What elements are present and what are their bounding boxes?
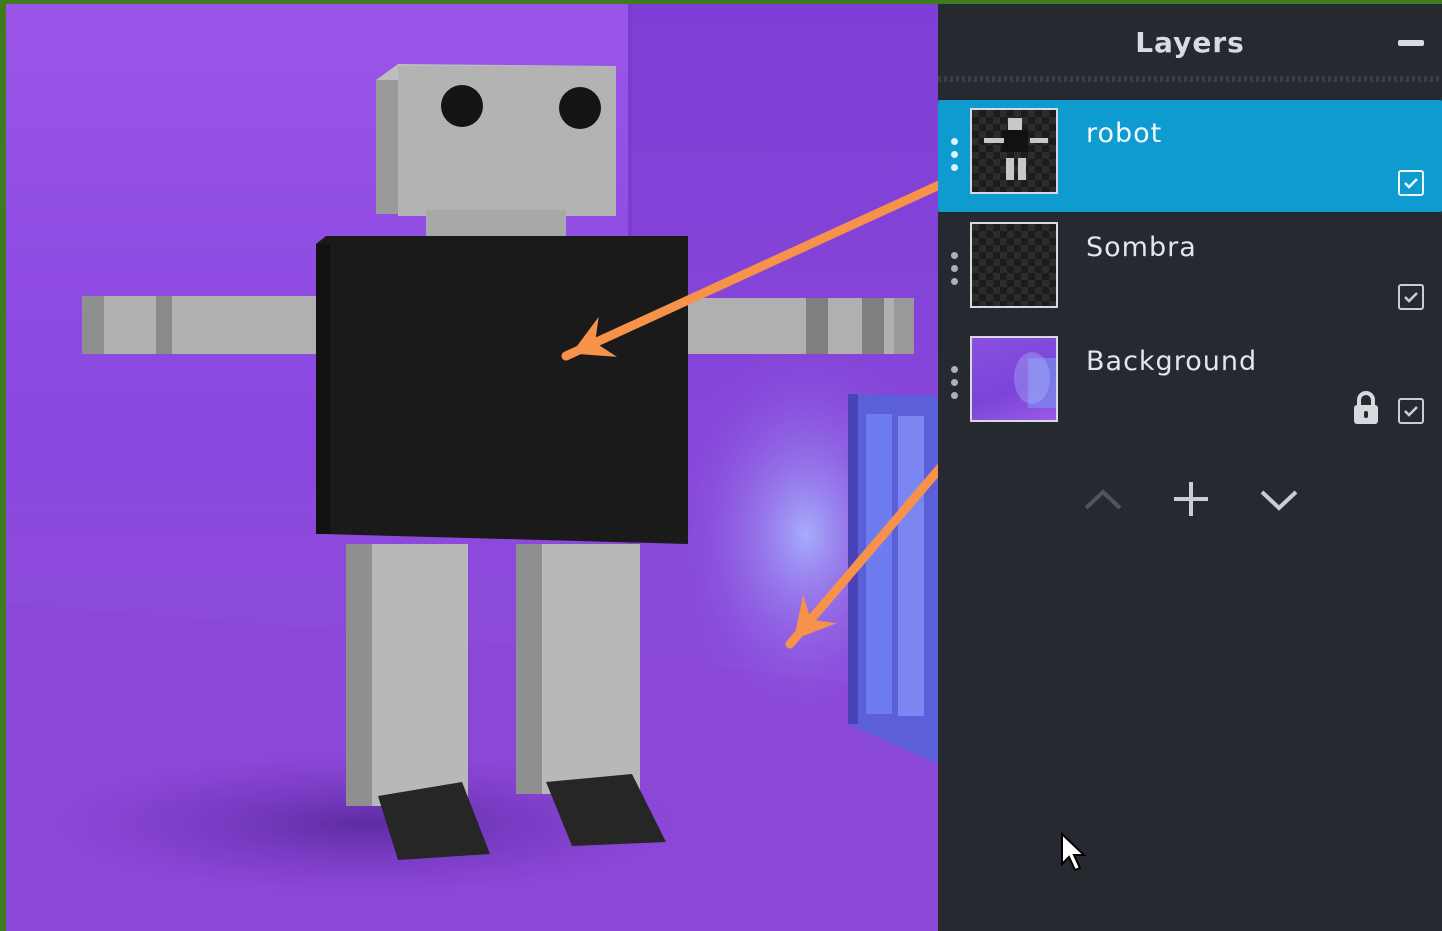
- drag-handle-icon[interactable]: [951, 138, 959, 178]
- layer-row-sombra[interactable]: Sombra: [938, 214, 1442, 326]
- header-divider: [938, 76, 1442, 82]
- plus-icon: [1174, 482, 1208, 516]
- layer-row-robot[interactable]: robot: [938, 100, 1442, 212]
- visibility-checkbox[interactable]: [1398, 284, 1424, 310]
- panel-title: Layers: [1135, 26, 1245, 59]
- robot-neck: [426, 210, 566, 238]
- layer-name: robot: [1086, 118, 1163, 149]
- drag-handle-icon[interactable]: [951, 252, 959, 292]
- layer-row-background[interactable]: Background: [938, 328, 1442, 440]
- robot-torso: [316, 236, 688, 544]
- robot-eye-right: [559, 87, 601, 129]
- add-layer-button[interactable]: [1166, 474, 1216, 524]
- layer-actions: [1078, 474, 1298, 524]
- visibility-checkbox[interactable]: [1398, 170, 1424, 196]
- visibility-checkbox[interactable]: [1398, 398, 1424, 424]
- canvas-viewport[interactable]: [6, 4, 938, 931]
- layers-panel: Layers robot Sombra Background: [938, 4, 1442, 931]
- move-layer-up-button[interactable]: [1078, 474, 1128, 524]
- layer-thumbnail-robot: [970, 108, 1058, 194]
- robot-eye-left: [441, 85, 483, 127]
- layer-thumbnail-sombra: [970, 222, 1058, 308]
- robot-scene: [6, 4, 938, 931]
- layer-thumbnail-background: [970, 336, 1058, 422]
- doorway: [848, 394, 938, 764]
- lock-icon[interactable]: [1351, 390, 1381, 426]
- move-layer-down-button[interactable]: [1254, 474, 1304, 524]
- mouse-cursor-icon: [1060, 831, 1088, 876]
- layer-name: Sombra: [1086, 232, 1197, 263]
- minimize-panel-button[interactable]: [1398, 40, 1424, 46]
- chevron-down-icon: [1260, 490, 1298, 511]
- panel-header: Layers: [938, 4, 1442, 82]
- drag-handle-icon[interactable]: [951, 366, 959, 406]
- layer-name: Background: [1086, 346, 1258, 377]
- chevron-up-icon: [1084, 489, 1122, 510]
